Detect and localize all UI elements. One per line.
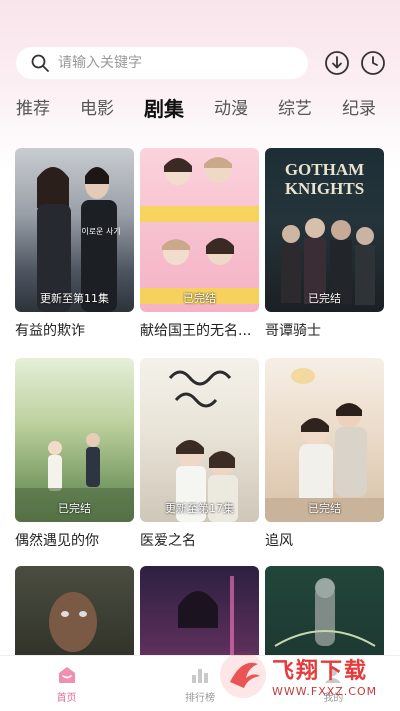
watermark-text: 飞翔下载 WWW.FXXZ.COM	[272, 653, 377, 698]
ranking-icon	[191, 668, 208, 683]
svg-text:이로운 사기: 이로운 사기	[81, 226, 120, 236]
nav-home-label: 首页	[56, 692, 77, 704]
card-title: 哥谭骑士	[265, 323, 321, 339]
card-title: 献给国王的无名...	[140, 323, 252, 339]
tab-documentary[interactable]: 纪录	[342, 96, 376, 124]
drama-card[interactable]: 更新至第17集 医爱之名	[140, 358, 259, 550]
status-badge: 已完结	[308, 502, 341, 515]
home-icon	[58, 666, 75, 683]
watermark-logo-icon	[220, 652, 266, 698]
search-icon	[31, 54, 49, 72]
watermark-title: 飞翔下载	[272, 658, 369, 684]
drama-card[interactable]: GOTHAM KNIGHTS 已完结 哥谭骑士	[265, 148, 384, 340]
status-badge: 已完结	[308, 292, 341, 305]
watermark-url: WWW.FXXZ.COM	[272, 684, 378, 698]
download-icon[interactable]	[324, 50, 350, 76]
poster-image: 이로운 사기 更新至第11集	[15, 148, 134, 312]
poster-art	[265, 368, 384, 522]
card-title: 有益的欺诈	[15, 323, 85, 339]
search-row	[16, 46, 388, 80]
tab-anime[interactable]: 动漫	[214, 96, 248, 124]
poster-image: 已完结	[265, 358, 384, 522]
drama-card[interactable]: 已完结 追风	[265, 358, 384, 550]
watermark: 飞翔下载 WWW.FXXZ.COM	[220, 644, 398, 706]
poster-image: 更新至第17集	[140, 358, 259, 522]
history-clock-icon[interactable]	[360, 50, 386, 76]
poster-art	[281, 218, 375, 305]
nav-home[interactable]: 首页	[0, 656, 133, 711]
status-badge: 更新至第11集	[40, 292, 109, 305]
poster-image: 已完结	[15, 358, 134, 522]
poster-art: 이로운 사기	[37, 167, 121, 312]
poster-image: GOTHAM KNIGHTS 已完结	[265, 148, 384, 312]
poster-art	[168, 370, 238, 522]
drama-card[interactable]: 이로운 사기 更新至第11集 有益的欺诈	[15, 148, 134, 340]
card-title: 偶然遇见的你	[15, 533, 99, 549]
status-badge: 已完结	[58, 502, 91, 515]
status-badge: 更新至第17集	[165, 502, 234, 515]
drama-card[interactable]: 已完结 献给国王的无名...	[140, 148, 259, 340]
poster-art	[140, 157, 259, 304]
drama-card[interactable]: 已完结 偶然遇见的你	[15, 358, 134, 550]
card-title: 追风	[265, 533, 293, 549]
tab-movie[interactable]: 电影	[80, 96, 114, 124]
search-box[interactable]	[16, 47, 308, 79]
tab-variety[interactable]: 综艺	[278, 96, 312, 124]
tab-series[interactable]: 剧集	[144, 96, 184, 124]
tab-recommend[interactable]: 推荐	[16, 96, 50, 124]
category-tabs: 推荐 电影 剧集 动漫 综艺 纪录	[16, 96, 400, 124]
search-input[interactable]	[58, 55, 278, 71]
poster-image: 已完结	[140, 148, 259, 312]
status-badge: 已完结	[183, 292, 216, 305]
nav-ranking-label: 排行榜	[184, 692, 215, 704]
card-title: 医爱之名	[140, 533, 196, 549]
poster-art	[15, 433, 134, 522]
